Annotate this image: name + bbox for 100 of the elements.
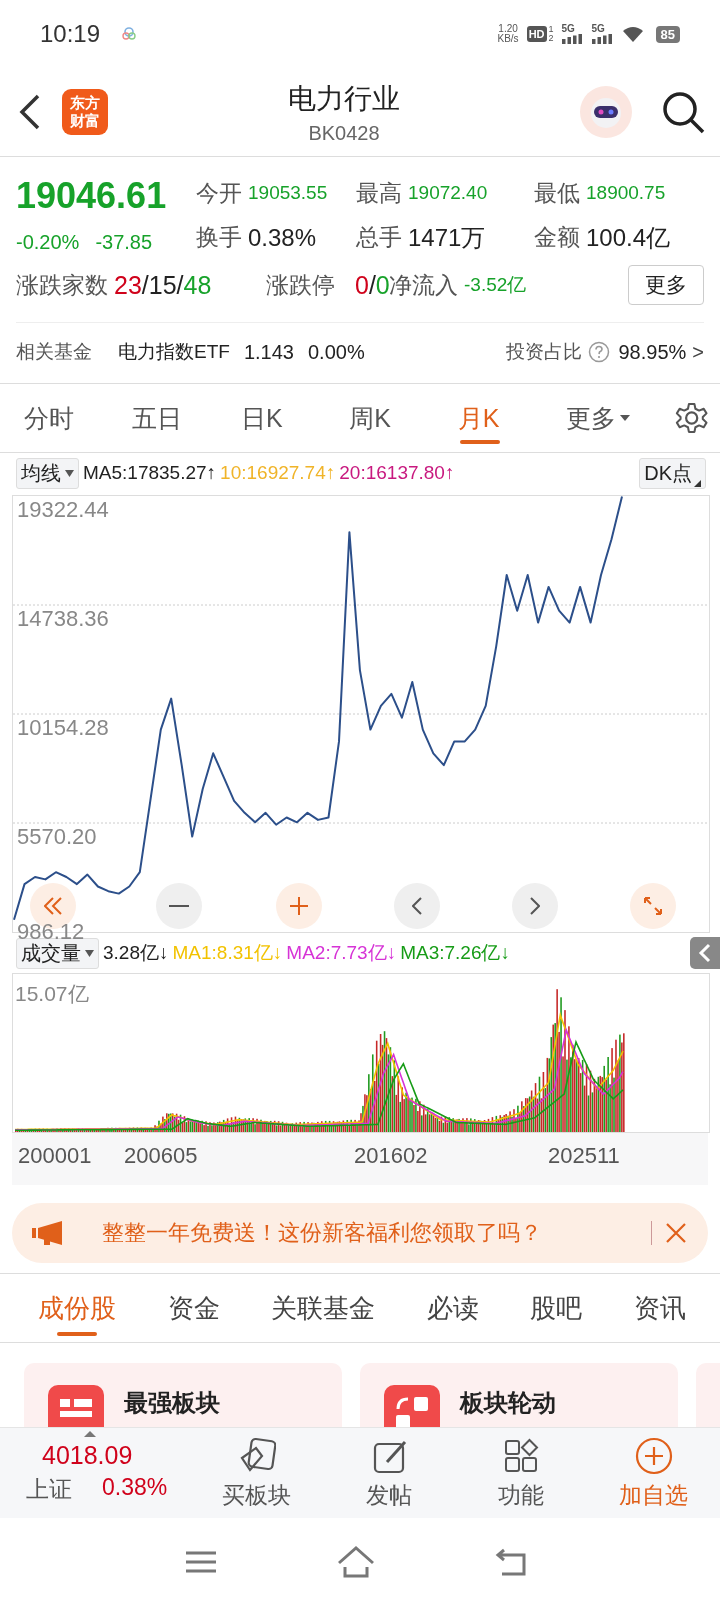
signal-icon <box>591 34 614 44</box>
stat-label: 涨跌家数 <box>16 270 108 300</box>
caret-icon <box>620 414 631 422</box>
content-tab[interactable]: 资讯 <box>633 1274 686 1342</box>
indicator-value: MA1:8.31亿↓ <box>172 941 283 965</box>
axis-tick-label: 10154.28 <box>17 715 109 740</box>
sector-code: BK0428 <box>308 121 380 145</box>
zoom-in-icon <box>290 897 308 915</box>
caret-up-icon <box>84 1431 96 1437</box>
content-tab[interactable]: 成份股 <box>38 1274 116 1342</box>
help-icon <box>588 341 611 363</box>
home-icon[interactable] <box>336 1545 376 1579</box>
stat-label: 最高 <box>356 178 402 208</box>
fund-change: 0.00% <box>307 340 365 364</box>
collapse-tab[interactable] <box>690 937 720 969</box>
net-speed: 1.20 <box>498 24 518 34</box>
content-tab[interactable]: 股吧 <box>530 1274 583 1342</box>
stat-value: 18900.75 <box>586 182 666 204</box>
indicator-value: 10:16927.74↑ <box>220 462 336 484</box>
axis-tick-label: 19322.44 <box>17 497 109 522</box>
ratio-label: 投资占比 <box>506 340 583 364</box>
axis-date-label: 201602 <box>353 1143 428 1169</box>
ratio-value: 98.95% <box>618 340 687 364</box>
dk-points-button[interactable]: DK点 <box>639 457 706 489</box>
more-button[interactable]: 更多 <box>628 265 704 305</box>
expand-icon <box>644 897 662 915</box>
stat-value: 1471万 <box>408 222 486 253</box>
fund-name[interactable]: 电力指数ETF <box>118 339 230 365</box>
chevron-link[interactable]: > <box>692 340 704 364</box>
stat-label: 总手 <box>356 223 402 252</box>
card-title: 板块轮动 <box>460 1388 556 1418</box>
price-change: -37.85 <box>95 231 153 254</box>
close-icon[interactable] <box>664 1221 688 1245</box>
app-notification-icon <box>120 25 139 43</box>
chart-control-button[interactable] <box>512 883 558 929</box>
percent-change: -0.20% <box>16 231 80 254</box>
settings-icon[interactable] <box>674 400 708 436</box>
index-change: 0.38% <box>102 1474 168 1502</box>
axis-date-label: 200001 <box>17 1143 92 1169</box>
robot-avatar-icon[interactable] <box>580 86 632 138</box>
net-speed-unit: KB/s <box>497 34 519 44</box>
content-tab[interactable]: 关联基金 <box>271 1274 376 1342</box>
axis-date-label: 200605 <box>123 1143 198 1169</box>
double-chevron-left-icon <box>44 897 62 915</box>
toolbar-button[interactable]: 买板块 <box>190 1435 323 1511</box>
period-tab[interactable]: 周K <box>349 384 458 452</box>
stat-label: 净流入 <box>389 270 458 300</box>
sim-slot-number: 1 <box>548 25 554 34</box>
chart-control-button[interactable] <box>276 883 322 929</box>
stat-value: -3.52亿 <box>464 273 527 297</box>
stat-label: 涨跌停 <box>266 270 335 300</box>
axis-tick-label: 14738.36 <box>17 606 109 631</box>
content-tab[interactable]: 资金 <box>167 1274 220 1342</box>
signal-icon <box>561 34 584 44</box>
banner-text: 整整一年免费送！这份新客福利您领取了吗？ <box>102 1219 542 1247</box>
sim-slot-number: 2 <box>548 34 554 43</box>
stat-value: 19053.55 <box>248 182 328 204</box>
period-tab[interactable]: 更多 <box>566 384 675 452</box>
index-quote[interactable]: 4018.09 上证 0.38% <box>0 1441 190 1505</box>
toolbar-button[interactable]: 功能 <box>455 1435 588 1511</box>
card-title: 最强板块 <box>124 1388 220 1418</box>
indicator-selector[interactable]: 均线 <box>16 457 79 489</box>
axis-tick-label: 5570.20 <box>17 824 97 849</box>
plus-circle-icon <box>633 1435 674 1476</box>
battery-indicator: 85 <box>655 25 680 43</box>
fund-price: 1.143 <box>243 340 294 364</box>
indicator-value: MA3:7.26亿↓ <box>400 941 510 965</box>
feature-card[interactable]: 板块轮动 <box>360 1363 678 1427</box>
chart-control-button[interactable] <box>630 883 676 929</box>
feature-card[interactable]: 最强板块 <box>24 1363 342 1427</box>
hd-badge: HD <box>526 26 547 42</box>
indicator-value: 3.28亿↓ <box>103 941 169 965</box>
stat-value: 0/0 <box>355 270 390 300</box>
menu-icon[interactable] <box>184 1549 218 1575</box>
period-tab[interactable]: 月K <box>457 384 567 452</box>
stat-value: 0.38% <box>248 223 317 252</box>
chart-control-button[interactable] <box>394 883 440 929</box>
caret-icon <box>85 949 94 957</box>
period-tab[interactable]: 日K <box>240 384 350 452</box>
toolbar-button[interactable]: 发帖 <box>322 1435 455 1511</box>
indicator-value: MA5:17835.27↑ <box>83 462 217 484</box>
chevron-left-icon <box>412 897 422 915</box>
search-icon[interactable] <box>660 89 706 135</box>
axis-tick-label: 15.07亿 <box>15 981 89 1007</box>
back-nav-icon[interactable] <box>494 1547 528 1577</box>
page-title: 电力行业 <box>288 81 400 116</box>
period-tab[interactable]: 五日 <box>132 384 241 452</box>
axis-date-label: 202511 <box>547 1143 620 1169</box>
content-tab[interactable]: 必读 <box>426 1274 479 1342</box>
stat-value: 23/15/48 <box>114 270 212 300</box>
stat-label: 金额 <box>534 223 580 252</box>
index-value: 4018.09 <box>41 1441 133 1470</box>
indicator-value: MA2:7.73亿↓ <box>286 941 397 965</box>
clock-time: 10:19 <box>40 20 101 48</box>
caret-icon <box>65 469 74 477</box>
period-tab[interactable]: 分时 <box>24 384 133 452</box>
indicator-value: 20:16137.80↑ <box>339 462 455 484</box>
stat-value: 100.4亿 <box>586 222 671 253</box>
index-name: 上证 <box>26 1475 72 1504</box>
current-price: 19046.61 <box>16 175 168 217</box>
